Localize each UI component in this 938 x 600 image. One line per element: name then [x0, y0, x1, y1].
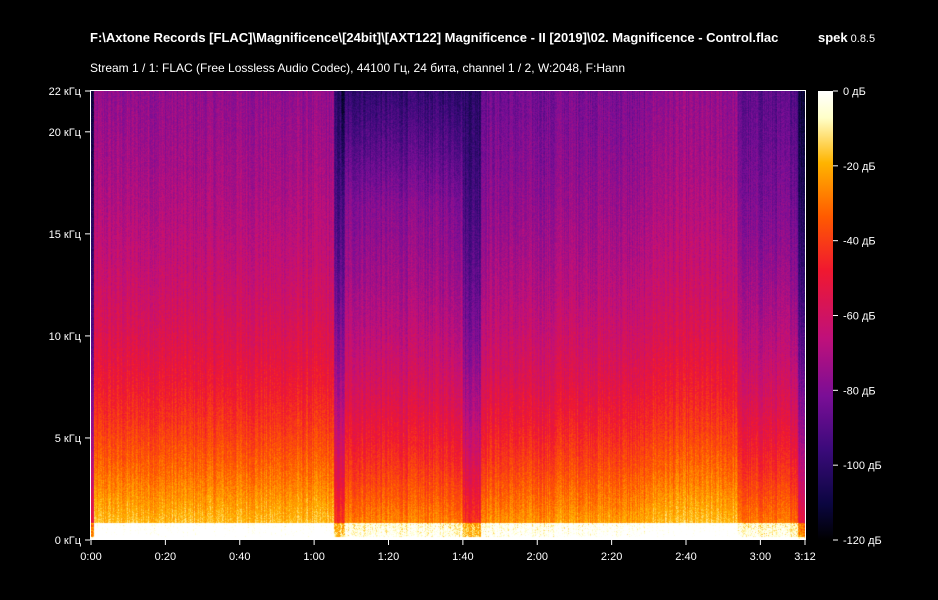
y-tick-label: 10 кГц [49, 331, 82, 343]
x-tick-label: 1:40 [452, 551, 473, 563]
colorbar-tick-label: -100 дБ [843, 460, 882, 472]
y-tick-label: 0 кГц [55, 535, 82, 547]
y-tick-label: 15 кГц [49, 229, 82, 241]
x-tick-label: 0:00 [80, 551, 101, 563]
x-tick-label: 0:20 [155, 551, 176, 563]
colorbar-tick-label: -40 дБ [843, 236, 876, 248]
colorbar [818, 91, 833, 540]
y-tick-label: 5 кГц [55, 433, 82, 445]
y-tick-label: 22 кГц [49, 86, 82, 98]
x-tick-label: 0:40 [229, 551, 250, 563]
x-tick-label: 2:40 [675, 551, 696, 563]
y-axis: 0 кГц 5 кГц 10 кГц 15 кГц 20 кГц 22 кГц [49, 86, 90, 547]
colorbar-tick-label: -20 дБ [843, 161, 876, 173]
x-tick-label: 3:12 [794, 551, 815, 563]
spectrogram-chart: 0:00 0:20 0:40 1:00 1:20 1:40 2:00 2:20 2:40 3:00… [49, 86, 882, 563]
x-tick-label: 2:20 [601, 551, 622, 563]
colorbar-axis: 0 дБ -20 дБ -40 дБ -60 дБ -80 дБ -100 дБ -120 … [833, 86, 882, 547]
colorbar-tick-label: -120 дБ [843, 535, 882, 547]
y-tick-label: 20 кГц [49, 127, 82, 139]
x-tick-label: 1:00 [303, 551, 324, 563]
x-tick-label: 1:20 [378, 551, 399, 563]
spectrogram-image [91, 91, 805, 540]
colorbar-tick-label: 0 дБ [843, 86, 866, 98]
colorbar-tick-label: -60 дБ [843, 311, 876, 323]
x-tick-label: 2:00 [527, 551, 548, 563]
colorbar-tick-label: -80 дБ [843, 385, 876, 397]
x-tick-label: 3:00 [750, 551, 771, 563]
x-axis: 0:00 0:20 0:40 1:00 1:20 1:40 2:00 2:20 2:40 3:00… [80, 540, 816, 563]
